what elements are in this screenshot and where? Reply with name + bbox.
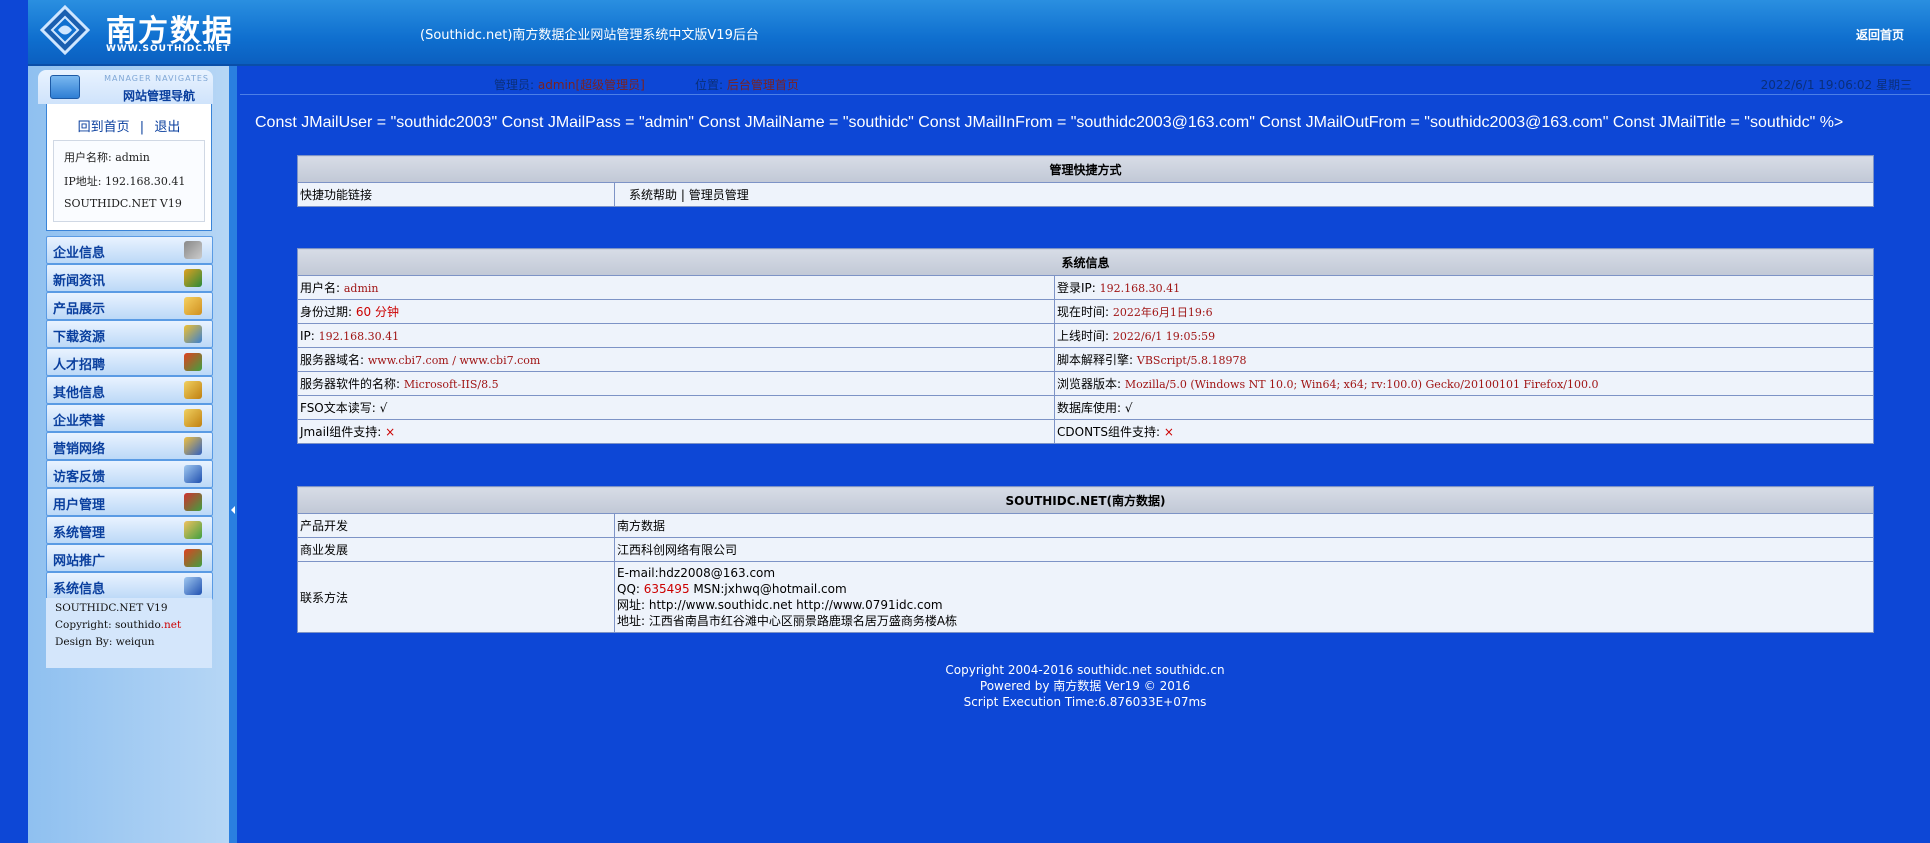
- shortcuts-links: 系统帮助 | 管理员管理: [614, 182, 1874, 207]
- logo-icon: [40, 5, 90, 55]
- nav-item-promotion[interactable]: 网站推广: [46, 544, 213, 572]
- nav-item-news[interactable]: 新闻资讯: [46, 264, 213, 292]
- shortcuts-title: 管理快捷方式: [297, 155, 1874, 183]
- edit-icon: [184, 381, 202, 399]
- table-row: IP: 192.168.30.41 上线时间: 2022/6/1 19:05:5…: [297, 323, 1874, 348]
- network-icon: [184, 437, 202, 455]
- logo-url: WWW.SOUTHIDC.NET: [106, 44, 231, 54]
- refresh-icon: [184, 353, 202, 371]
- nav-title-cn: 网站管理导航: [122, 89, 195, 103]
- lock-icon: [184, 297, 202, 315]
- left-edge-strip: [0, 0, 28, 843]
- user-ip-text: IP地址: 192.168.30.41: [64, 175, 186, 188]
- info-icon: [184, 577, 202, 595]
- logout-link[interactable]: 退出: [154, 120, 180, 135]
- gears-icon: [184, 325, 202, 343]
- shortcuts-table: 管理快捷方式 快捷功能链接 系统帮助 | 管理员管理: [297, 155, 1874, 207]
- system-info-table: 系统信息 用户名: admin 登录IP: 192.168.30.41 身份过期…: [297, 248, 1874, 444]
- shortcuts-label: 快捷功能链接: [297, 182, 615, 207]
- nav-item-honors[interactable]: 企业荣誉: [46, 404, 213, 432]
- nav-item-recruitment[interactable]: 人才招聘: [46, 348, 213, 376]
- nav-item-user-admin[interactable]: 用户管理: [46, 488, 213, 516]
- nav-header: MANAGER NAVIGATES 网站管理导航: [38, 70, 213, 104]
- table-row: 身份过期: 60 分钟 现在时间: 2022年6月1日19:6: [297, 299, 1874, 324]
- version-text: SOUTHIDC.NET V19: [64, 197, 182, 210]
- nav-item-system-admin[interactable]: 系统管理: [46, 516, 213, 544]
- nav-item-downloads[interactable]: 下载资源: [46, 320, 213, 348]
- table-row: 商业发展 江西科创网络有限公司: [297, 537, 1874, 562]
- link-separator: |: [139, 120, 145, 135]
- nav-item-company-info[interactable]: 企业信息: [46, 236, 213, 264]
- user-admin-icon: [184, 493, 202, 511]
- contact-website: 网址: http://www.southidc.net http://www.0…: [617, 598, 943, 612]
- admin-status: 管理员: admin[超级管理员]: [494, 78, 645, 92]
- back-home-link[interactable]: 返回首页: [1856, 26, 1904, 43]
- edit-icon: [184, 409, 202, 427]
- user-name-text: 用户名称: admin: [64, 151, 150, 164]
- table-row: Jmail组件支持: × CDONTS组件支持: ×: [297, 419, 1874, 444]
- collapse-arrow-icon[interactable]: [231, 506, 235, 514]
- sidebar-footer: SOUTHIDC.NET V19 Copyright: southido.net…: [46, 598, 212, 668]
- system-icon: [184, 521, 202, 539]
- contact-email: E-mail:hdz2008@163.com: [617, 566, 776, 580]
- leaked-code-text: Const JMailUser = "southidc2003" Const J…: [255, 114, 1844, 131]
- sidebar-footer-design: Design By: weiqun: [55, 636, 155, 648]
- admin-manage-link[interactable]: 管理员管理: [689, 188, 749, 202]
- divider: [240, 94, 1930, 95]
- contact-address: 地址: 江西省南昌市红谷滩中心区丽景路鹿璟名居万盛商务楼A栋: [617, 614, 958, 628]
- footer-copyright: Copyright 2004-2016 southidc.net southid…: [945, 663, 1225, 677]
- table-row: 用户名: admin 登录IP: 192.168.30.41: [297, 275, 1874, 300]
- home-link[interactable]: 回到首页: [78, 120, 130, 135]
- help-link[interactable]: 系统帮助: [629, 188, 677, 202]
- nav-item-products[interactable]: 产品展示: [46, 292, 213, 320]
- nav-item-feedback[interactable]: 访客反馈: [46, 460, 213, 488]
- user-links: 回到首页 | 退出: [47, 116, 211, 135]
- nav-item-system-info[interactable]: 系统信息: [46, 572, 213, 600]
- table-row: 服务器域名: www.cbi7.com / www.cbi7.com 脚本解释引…: [297, 347, 1874, 372]
- nav-item-other-info[interactable]: 其他信息: [46, 376, 213, 404]
- nav-item-marketing[interactable]: 营销网络: [46, 432, 213, 460]
- user-panel: 回到首页 | 退出 用户名称: admin IP地址: 192.168.30.4…: [46, 104, 212, 231]
- table-row: 产品开发 南方数据: [297, 513, 1874, 538]
- about-title: SOUTHIDC.NET(南方数据): [297, 486, 1874, 514]
- top-banner: 南方数据 WWW.SOUTHIDC.NET (Southidc.net)南方数据…: [0, 0, 1930, 66]
- computer-icon: [50, 75, 80, 99]
- footer-exec-time: Script Execution Time:6.876033E+07ms: [963, 695, 1207, 709]
- position-status: 位置: 后台管理首页: [695, 78, 799, 92]
- table-row: FSO文本读写: √ 数据库使用: √: [297, 395, 1874, 420]
- refresh-icon: [184, 549, 202, 567]
- system-title: (Southidc.net)南方数据企业网站管理系统中文版V19后台: [420, 28, 759, 43]
- nav-title-en: MANAGER NAVIGATES: [104, 74, 209, 83]
- user-info-box: 用户名称: admin IP地址: 192.168.30.41 SOUTHIDC…: [53, 140, 205, 222]
- info-icon: [184, 465, 202, 483]
- page-footer: Copyright 2004-2016 southidc.net southid…: [240, 662, 1930, 710]
- datetime-status: 2022/6/1 19:06:02 星期三: [1760, 78, 1912, 92]
- tools-icon: [184, 241, 202, 259]
- system-info-title: 系统信息: [297, 248, 1874, 276]
- footer-powered: Powered by 南方数据 Ver19 © 2016: [979, 679, 1191, 693]
- contact-qq: QQ: 635495 MSN:jxhwq@hotmail.com: [617, 582, 847, 596]
- table-row: 服务器软件的名称: Microsoft-IIS/8.5 浏览器版本: Mozil…: [297, 371, 1874, 396]
- table-row: 联系方法 E-mail:hdz2008@163.com QQ: 635495 M…: [297, 561, 1874, 633]
- users-icon: [184, 269, 202, 287]
- sidebar-toggle-bar[interactable]: [229, 66, 237, 843]
- main-content: 管理员: admin[超级管理员] 位置: 后台管理首页 2022/6/1 19…: [240, 66, 1930, 843]
- sidebar-footer-version: SOUTHIDC.NET V19: [55, 602, 168, 614]
- sidebar-footer-copyright: Copyright: southido.net: [55, 619, 182, 631]
- about-table: SOUTHIDC.NET(南方数据) 产品开发 南方数据 商业发展 江西科创网络…: [297, 486, 1874, 633]
